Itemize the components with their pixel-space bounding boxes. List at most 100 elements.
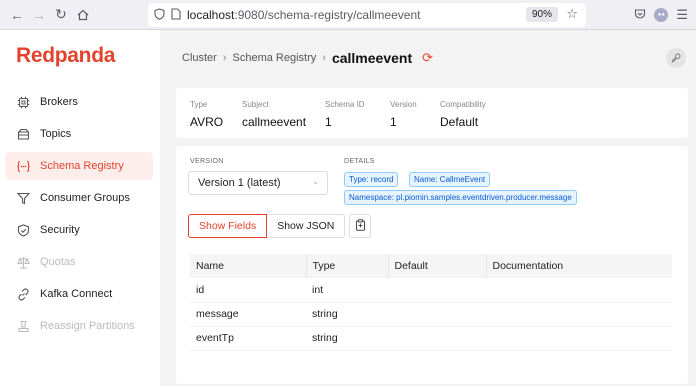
sidebar-item-label: Schema Registry bbox=[40, 160, 124, 172]
account-avatar-icon[interactable]: ●● bbox=[654, 8, 669, 22]
home-icon[interactable] bbox=[72, 4, 94, 26]
browser-toolbar: ← → ↻ localhost:9080/schema-registry/cal… bbox=[0, 0, 696, 30]
version-select-label: VERSION bbox=[190, 158, 224, 165]
cell-documentation bbox=[486, 326, 672, 351]
table-row: id int bbox=[190, 278, 672, 303]
cell-type: string bbox=[306, 302, 388, 327]
version-label: Version bbox=[390, 100, 417, 109]
show-json-button[interactable]: Show JSON bbox=[267, 214, 346, 238]
sidebar-item-brokers[interactable]: Brokers bbox=[5, 88, 153, 116]
version-value: 1 bbox=[390, 115, 397, 129]
chevron-down-icon: ⌄ bbox=[312, 177, 319, 186]
breadcrumb-schema-registry[interactable]: Schema Registry bbox=[233, 52, 317, 64]
compatibility-label: Compatibility bbox=[440, 100, 486, 109]
sidebar-item-label: Quotas bbox=[40, 256, 76, 268]
url-host: localhost bbox=[187, 8, 235, 22]
shield-icon[interactable] bbox=[154, 7, 165, 23]
refresh-icon[interactable]: ⟳ bbox=[422, 50, 433, 66]
cell-type: int bbox=[306, 278, 388, 303]
url-path: :9080/schema-registry/callmeevent bbox=[234, 8, 421, 22]
tag-name: Name: CallmeEvent bbox=[409, 172, 491, 187]
sidebar-item-schema-registry[interactable]: Schema Registry bbox=[5, 152, 153, 180]
filter-icon bbox=[16, 191, 30, 205]
sidebar-nav: Brokers Topics Schema Registry Consumer … bbox=[5, 88, 153, 344]
main-content: Cluster › Schema Registry › callmeevent … bbox=[160, 30, 696, 386]
subject-value: callmeevent bbox=[242, 115, 307, 129]
view-toggle: Show Fields Show JSON bbox=[188, 214, 346, 238]
sidebar-item-label: Consumer Groups bbox=[40, 192, 130, 204]
tag-type: Type: record bbox=[344, 172, 399, 187]
version-select-value: Version 1 (latest) bbox=[198, 177, 281, 189]
schema-detail-card: VERSION Version 1 (latest) ⌄ DETAILS Typ… bbox=[176, 146, 688, 384]
link-icon bbox=[16, 287, 30, 301]
tag-namespace: Namespace: pl.piomin.samples.eventdriven… bbox=[344, 190, 577, 205]
reload-icon[interactable]: ↻ bbox=[50, 4, 72, 26]
clipboard-icon bbox=[355, 218, 366, 234]
breadcrumb-separator-icon: › bbox=[222, 52, 227, 64]
schema-id-label: Schema ID bbox=[325, 100, 365, 109]
table-row: eventTp string bbox=[190, 326, 672, 351]
schema-id-value: 1 bbox=[325, 115, 332, 129]
column-header-name[interactable]: Name bbox=[190, 254, 307, 278]
compatibility-value: Default bbox=[440, 115, 479, 129]
table-header-row: Name Type Default Documentation bbox=[190, 254, 672, 278]
cell-default bbox=[388, 278, 486, 303]
sidebar-item-label: Brokers bbox=[40, 96, 78, 108]
folder-icon bbox=[16, 127, 30, 141]
sidebar-item-label: Security bbox=[40, 224, 80, 236]
bookmark-star-icon[interactable]: ☆ bbox=[566, 6, 578, 22]
menu-icon[interactable]: ☰ bbox=[676, 7, 688, 23]
sidebar-item-quotas: Quotas bbox=[5, 248, 153, 276]
redpanda-logo[interactable]: Redpanda bbox=[16, 44, 115, 68]
column-header-default[interactable]: Default bbox=[388, 254, 487, 278]
breadcrumb-separator-icon: › bbox=[322, 52, 326, 64]
type-label: Type bbox=[190, 100, 208, 109]
back-arrow-icon[interactable]: ← bbox=[6, 4, 28, 26]
zoom-badge[interactable]: 90% bbox=[525, 7, 558, 22]
scale-icon bbox=[16, 255, 30, 269]
cell-name: message bbox=[190, 302, 306, 327]
type-value: AVRO bbox=[190, 115, 224, 129]
subject-info: Subject callmeevent bbox=[242, 100, 306, 129]
sidebar-item-security[interactable]: Security bbox=[5, 216, 153, 244]
reassign-icon bbox=[16, 319, 30, 333]
page-title: callmeevent bbox=[331, 50, 413, 66]
sidebar-item-label: Topics bbox=[40, 128, 72, 140]
compatibility-info: Compatibility Default bbox=[440, 100, 486, 129]
copy-clipboard-button[interactable] bbox=[349, 214, 371, 238]
breadcrumb-cluster[interactable]: Cluster bbox=[182, 52, 217, 64]
wrench-icon[interactable] bbox=[666, 48, 686, 68]
cell-documentation bbox=[486, 302, 672, 327]
sidebar-item-topics[interactable]: Topics bbox=[5, 120, 153, 148]
url-bar[interactable]: localhost:9080/schema-registry/callmeeve… bbox=[148, 3, 586, 27]
sidebar-item-kafka-connect[interactable]: Kafka Connect bbox=[5, 280, 153, 308]
server-icon bbox=[16, 95, 30, 109]
cell-name: eventTp bbox=[190, 326, 306, 351]
cell-name: id bbox=[190, 278, 306, 303]
schema-icon bbox=[16, 159, 30, 173]
sidebar-item-label: Kafka Connect bbox=[40, 288, 113, 300]
url-text: localhost:9080/schema-registry/callmeeve… bbox=[187, 8, 420, 22]
show-fields-button[interactable]: Show Fields bbox=[188, 214, 268, 238]
schema-id-info: Schema ID 1 bbox=[325, 100, 365, 129]
cell-type: string bbox=[306, 326, 388, 351]
shield-check-icon bbox=[16, 223, 30, 237]
cell-documentation bbox=[486, 278, 672, 303]
column-header-type[interactable]: Type bbox=[306, 254, 389, 278]
subject-label: Subject bbox=[242, 100, 269, 109]
sidebar: Redpanda Brokers Topics Schema Registry … bbox=[0, 30, 160, 386]
cell-default bbox=[388, 302, 486, 327]
sidebar-item-label: Reassign Partitions bbox=[40, 320, 135, 332]
sidebar-item-consumer-groups[interactable]: Consumer Groups bbox=[5, 184, 153, 212]
pocket-icon[interactable] bbox=[634, 8, 646, 23]
version-select[interactable]: Version 1 (latest) ⌄ bbox=[188, 171, 328, 195]
fields-table: Name Type Default Documentation id int m… bbox=[190, 254, 672, 351]
forward-arrow-icon[interactable]: → bbox=[28, 4, 50, 26]
cell-default bbox=[388, 326, 486, 351]
sidebar-item-reassign-partitions: Reassign Partitions bbox=[5, 312, 153, 340]
table-row: message string bbox=[190, 302, 672, 327]
breadcrumb: Cluster › Schema Registry › callmeevent … bbox=[182, 50, 433, 66]
column-header-documentation[interactable]: Documentation bbox=[486, 254, 672, 278]
details-label: DETAILS bbox=[344, 158, 375, 165]
version-info: Version 1 bbox=[390, 100, 417, 129]
